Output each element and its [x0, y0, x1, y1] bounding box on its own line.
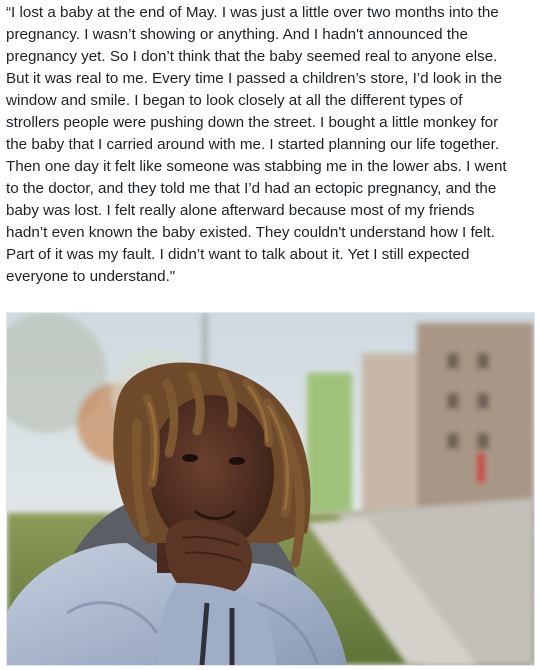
post-caption: “I lost a baby at the end of May. I was …: [6, 4, 507, 285]
portrait-photo: [7, 313, 534, 665]
post-card: “I lost a baby at the end of May. I was …: [0, 0, 540, 670]
post-photo[interactable]: [6, 312, 535, 666]
